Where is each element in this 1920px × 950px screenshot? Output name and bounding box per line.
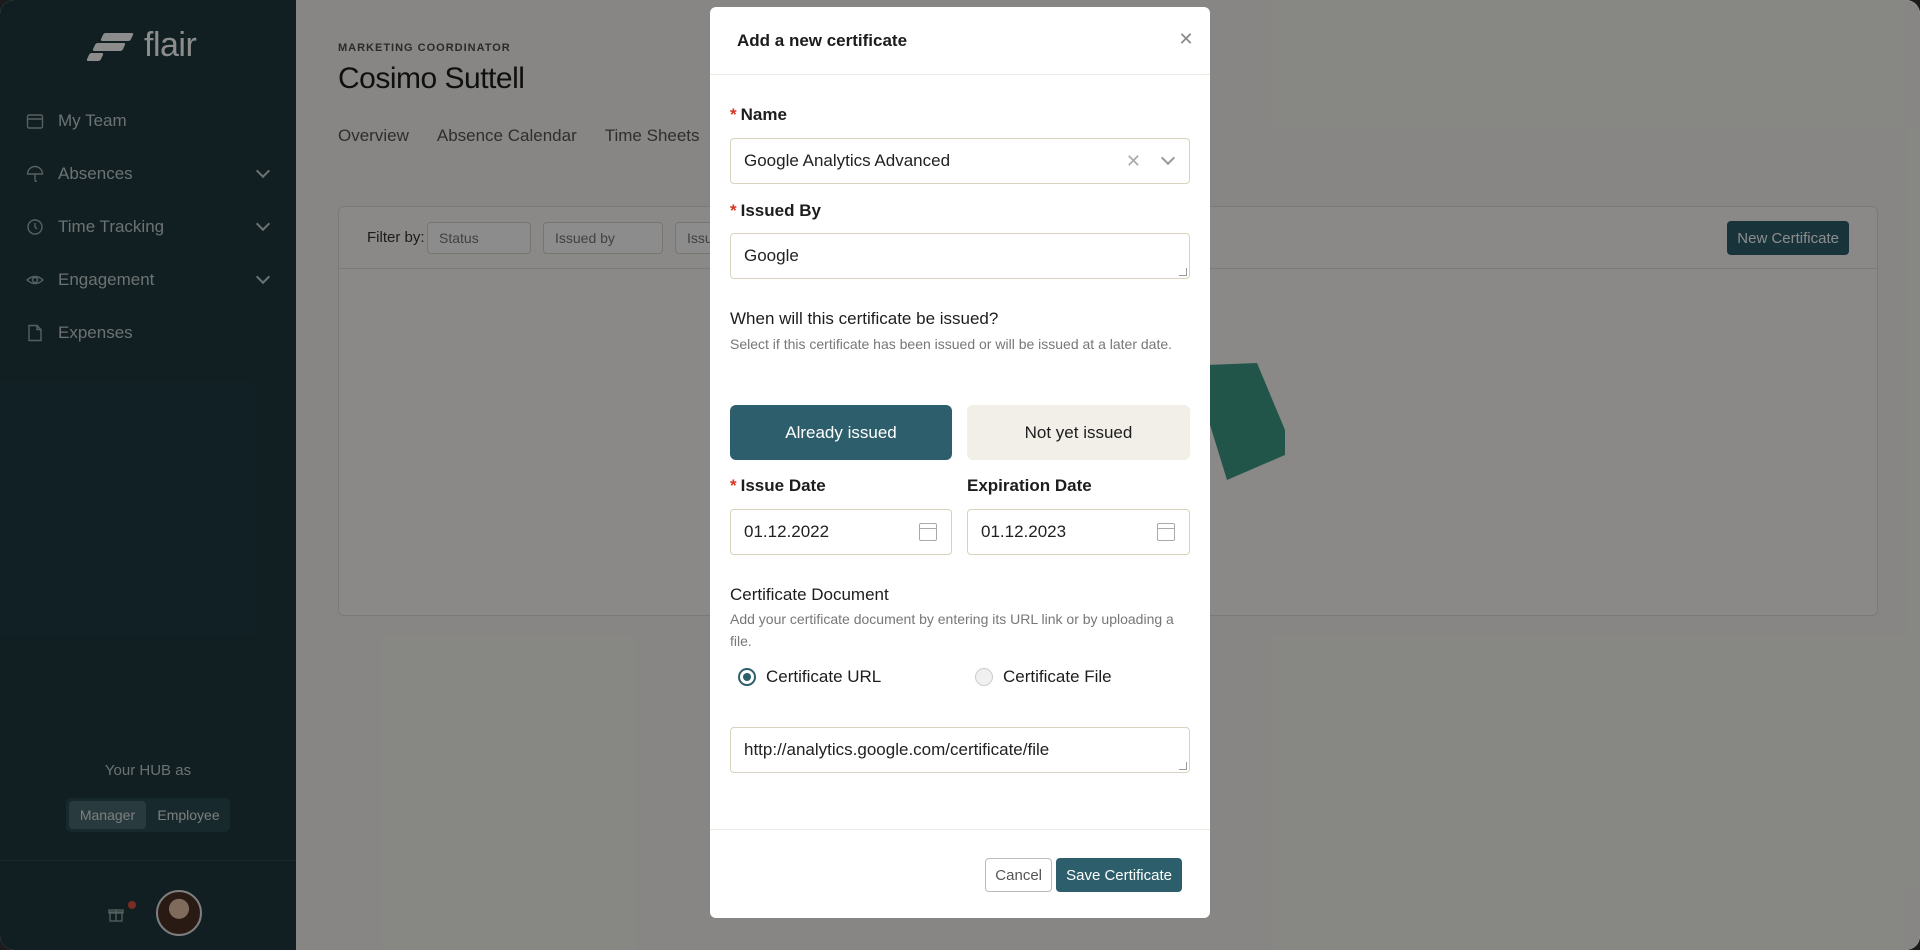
document-help-text: Add your certificate document by enterin…	[730, 611, 1174, 649]
cancel-button[interactable]: Cancel	[985, 858, 1052, 892]
radio-certificate-url[interactable]: Certificate URL	[738, 667, 881, 687]
calendar-icon[interactable]	[919, 523, 937, 541]
expiration-date-label: Expiration Date	[967, 476, 1092, 495]
name-label-text: Name	[740, 105, 787, 124]
expiration-date-field[interactable]: 01.12.2023	[967, 509, 1190, 555]
calendar-icon[interactable]	[1157, 523, 1175, 541]
modal-footer: Cancel Save Certificate	[710, 829, 1210, 918]
issue-date-value: 01.12.2022	[744, 522, 830, 541]
app-window: flair My Team Absences Time Tracking Eng…	[0, 0, 1920, 950]
issue-help-text: Select if this certificate has been issu…	[730, 336, 1173, 352]
modal-title: Add a new certificate	[737, 31, 908, 50]
clear-icon[interactable]: ✕	[1126, 151, 1141, 172]
required-asterisk: *	[730, 476, 737, 495]
chevron-down-icon	[1160, 150, 1176, 166]
issue-question: When will this certificate be issued?	[730, 309, 999, 328]
required-asterisk: *	[730, 105, 737, 124]
issue-date-label: * Issue Date	[730, 476, 826, 496]
radio-certificate-url-label: Certificate URL	[766, 667, 882, 686]
document-title: Certificate Document	[730, 585, 889, 604]
name-label: * Name	[730, 105, 787, 125]
modal-header: Add a new certificate ✕	[710, 7, 1210, 75]
issued-by-label: * Issued By	[730, 201, 821, 221]
resize-handle[interactable]	[1179, 762, 1187, 770]
save-certificate-button[interactable]: Save Certificate	[1056, 858, 1182, 892]
name-select[interactable]: Google Analytics Advanced ✕	[730, 138, 1190, 184]
radio-unselected-icon	[975, 668, 993, 686]
not-yet-issued-button[interactable]: Not yet issued	[967, 405, 1190, 460]
certificate-url-value: http://analytics.google.com/certificate/…	[744, 740, 1050, 759]
resize-handle[interactable]	[1179, 268, 1187, 276]
document-type-radio-group: Certificate URL Certificate File	[730, 667, 1190, 691]
radio-certificate-file-label: Certificate File	[1003, 667, 1112, 686]
radio-selected-icon	[738, 668, 756, 686]
issue-date-label-text: Issue Date	[740, 476, 826, 495]
issued-by-field[interactable]: Google	[730, 233, 1190, 279]
expiration-date-value: 01.12.2023	[981, 522, 1067, 541]
certificate-url-field[interactable]: http://analytics.google.com/certificate/…	[730, 727, 1190, 773]
add-certificate-modal: Add a new certificate ✕ * Name Google Ana…	[710, 7, 1210, 918]
close-icon[interactable]: ✕	[1174, 27, 1198, 51]
issued-by-label-text: Issued By	[740, 201, 821, 220]
already-issued-button[interactable]: Already issued	[730, 405, 952, 460]
issue-date-field[interactable]: 01.12.2022	[730, 509, 952, 555]
issued-by-value: Google	[744, 246, 799, 265]
required-asterisk: *	[730, 201, 737, 220]
radio-certificate-file[interactable]: Certificate File	[975, 667, 1112, 687]
name-select-value: Google Analytics Advanced	[744, 151, 951, 170]
